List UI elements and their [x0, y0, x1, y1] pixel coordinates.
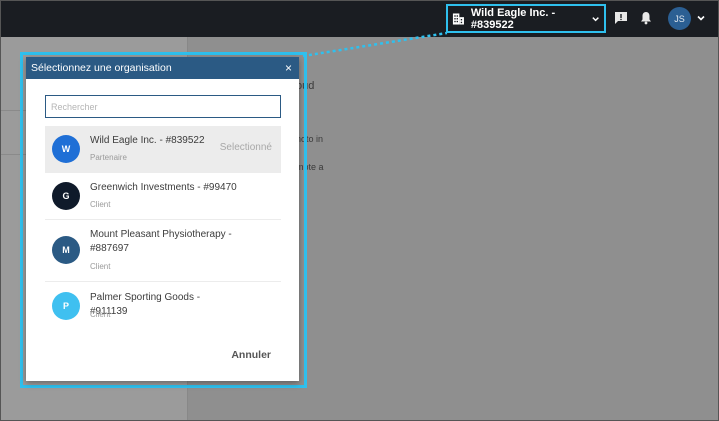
- chevron-down-icon[interactable]: [696, 13, 706, 23]
- dialog-title: Sélectionnez une organisation: [31, 62, 172, 74]
- select-organization-dialog: Sélectionnez une organisation × W Wild E…: [26, 57, 299, 381]
- organization-name: Palmer Sporting Goods - #911139: [90, 292, 201, 317]
- organization-item-palmer[interactable]: P Palmer Sporting Goods - #911139 Client: [45, 282, 281, 329]
- organization-avatar: G: [52, 182, 80, 210]
- organization-type: Client: [90, 200, 111, 209]
- bell-icon[interactable]: [639, 11, 653, 25]
- organization-item-greenwich[interactable]: G Greenwich Investments - #99470 Client: [45, 173, 281, 220]
- selected-label: Selectionné: [219, 142, 272, 153]
- organization-name: Greenwich Investments - #99470: [90, 182, 237, 193]
- building-icon: [452, 12, 464, 25]
- organization-name: Wild Eagle Inc. - #839522: [90, 135, 205, 146]
- close-icon[interactable]: ×: [285, 61, 292, 75]
- user-initials: JS: [674, 13, 685, 24]
- feedback-icon[interactable]: [614, 11, 628, 25]
- avatar-initial: G: [62, 191, 70, 201]
- organization-item-wild-eagle[interactable]: W Wild Eagle Inc. - #839522 Partenaire S…: [45, 126, 281, 173]
- avatar-initial: M: [62, 245, 70, 255]
- organization-type: Partenaire: [90, 153, 127, 162]
- cancel-button[interactable]: Annuler: [231, 349, 271, 361]
- search-input[interactable]: [45, 95, 281, 118]
- organization-avatar: W: [52, 135, 80, 163]
- dialog-header: Sélectionnez une organisation ×: [26, 57, 299, 79]
- avatar-initial: W: [61, 144, 71, 154]
- organization-name: Mount Pleasant Physiotherapy - #887697: [90, 229, 232, 254]
- organization-item-mount-pleasant[interactable]: M Mount Pleasant Physiotherapy - #887697…: [45, 220, 281, 282]
- organization-switcher[interactable]: Wild Eagle Inc. - #839522: [446, 4, 606, 33]
- avatar-initial: P: [62, 301, 69, 311]
- organization-avatar: P: [52, 292, 80, 320]
- chevron-down-icon: [592, 16, 599, 21]
- organization-type: Client: [90, 310, 111, 319]
- organization-list: W Wild Eagle Inc. - #839522 Partenaire S…: [45, 126, 281, 329]
- organization-avatar: M: [52, 236, 80, 264]
- organization-switcher-label: Wild Eagle Inc. - #839522: [470, 6, 556, 31]
- organization-type: Client: [90, 262, 111, 271]
- top-bar: Wild Eagle Inc. - #839522 JS: [0, 0, 719, 37]
- user-avatar[interactable]: JS: [668, 7, 691, 30]
